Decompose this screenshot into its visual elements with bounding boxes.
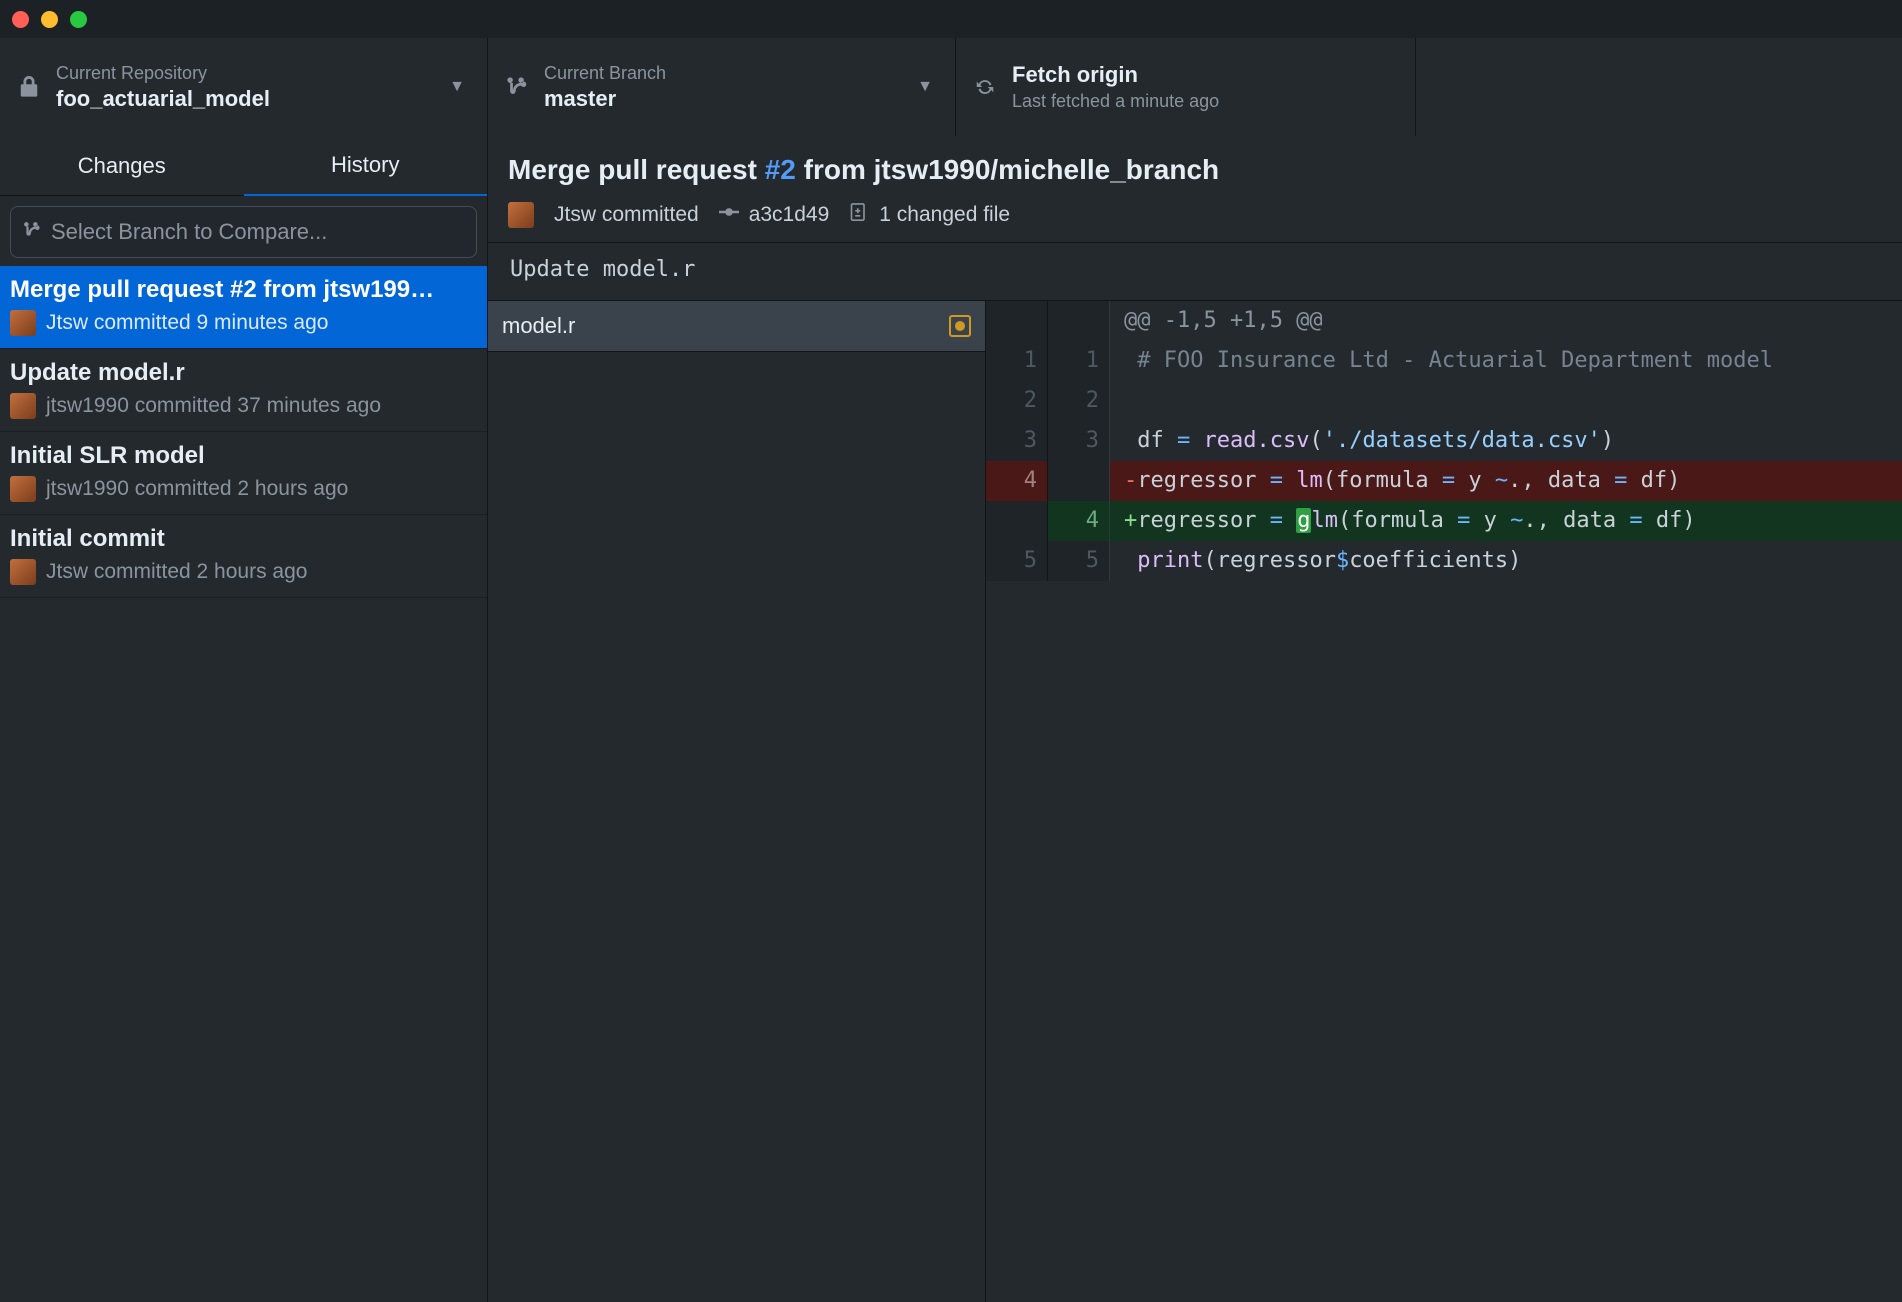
window-close-button[interactable] [12,11,29,28]
line-number-old: 5 [986,541,1048,581]
commit-list: Merge pull request #2 from jtsw199… Jtsw… [0,266,487,1302]
branch-selector[interactable]: Current Branch master ▼ [488,38,956,136]
repo-selector-value: foo_actuarial_model [56,85,270,113]
diff-line[interactable]: 11 # FOO Insurance Ltd - Actuarial Depar… [986,341,1902,381]
window-fullscreen-button[interactable] [70,11,87,28]
titlebar [0,0,1902,38]
diff-line[interactable]: 4+regressor = glm(formula = y ~., data =… [986,501,1902,541]
commit-header-title: Merge pull request #2 from jtsw1990/mich… [508,154,1882,186]
diff-line-code: +regressor = glm(formula = y ~., data = … [1110,501,1696,541]
line-number-new: 3 [1048,421,1110,461]
fetch-origin-sub: Last fetched a minute ago [1012,89,1219,113]
tab-changes[interactable]: Changes [0,136,244,196]
avatar [10,559,36,585]
changed-file-name: model.r [502,313,575,339]
lock-icon [16,74,42,100]
diff-hunk-text: @@ -1,5 +1,5 @@ [1110,301,1323,341]
commit-sha[interactable]: a3c1d49 [749,203,830,227]
sidebar-tabs: Changes History [0,136,487,196]
line-number-new: 2 [1048,381,1110,421]
diff-line-code: -regressor = lm(formula = y ~., data = d… [1110,461,1680,501]
line-number-new: 1 [1048,341,1110,381]
commit-item-meta: jtsw1990 committed 37 minutes ago [46,394,381,418]
commit-detail: Merge pull request #2 from jtsw1990/mich… [488,136,1902,1302]
diff-line[interactable]: 22 [986,381,1902,421]
commit-item-title: Update model.r [10,359,477,387]
diff-line-code: df = read.csv('./datasets/data.csv') [1110,421,1614,461]
window-minimize-button[interactable] [41,11,58,28]
branch-selector-label: Current Branch [544,61,666,85]
diff-view[interactable]: @@ -1,5 +1,5 @@ 11 # FOO Insurance Ltd -… [986,301,1902,1302]
line-number-new: 4 [1048,501,1110,541]
diff-line[interactable]: 33 df = read.csv('./datasets/data.csv') [986,421,1902,461]
pr-link[interactable]: #2 [765,154,796,185]
commit-item[interactable]: Merge pull request #2 from jtsw199… Jtsw… [0,266,487,349]
diff-line[interactable]: 4 -regressor = lm(formula = y ~., data = … [986,461,1902,501]
diff-line-code [1110,381,1137,421]
git-branch-icon [23,219,41,245]
line-number-old: 3 [986,421,1048,461]
sync-icon [972,74,998,100]
line-number-old [986,501,1048,541]
commit-item[interactable]: Initial commit Jtsw committed 2 hours ag… [0,515,487,598]
chevron-down-icon: ▼ [449,78,465,96]
diff-line[interactable]: 55 print(regressor$coefficients) [986,541,1902,581]
commit-body-message: Update model.r [488,243,1902,301]
commit-item[interactable]: Initial SLR model jtsw1990 committed 2 h… [0,432,487,515]
line-number-old: 2 [986,381,1048,421]
commit-item-title: Initial commit [10,525,477,553]
line-number-old: 1 [986,341,1048,381]
chevron-down-icon: ▼ [917,78,933,96]
line-number-old: 4 [986,461,1048,501]
commit-header-author: Jtsw committed [554,203,699,227]
changed-files-count[interactable]: 1 changed file [879,203,1010,227]
tab-history[interactable]: History [244,136,488,196]
modified-status-icon [949,315,971,337]
commit-header-title-pre: Merge pull request [508,154,765,185]
branch-compare-placeholder: Select Branch to Compare... [51,219,327,245]
git-commit-icon [719,202,743,228]
sidebar: Changes History Select Branch to Compare… [0,136,488,1302]
app-toolbar: Current Repository foo_actuarial_model ▼… [0,38,1902,136]
line-number-new [1048,461,1110,501]
avatar [10,476,36,502]
commit-item-meta: Jtsw committed 2 hours ago [46,560,307,584]
branch-compare-select[interactable]: Select Branch to Compare... [10,206,477,258]
commit-item-meta: jtsw1990 committed 2 hours ago [46,477,348,501]
avatar [10,393,36,419]
changed-file-item[interactable]: model.r [488,301,985,352]
commit-header-title-post: from jtsw1990/michelle_branch [796,154,1219,185]
commit-item[interactable]: Update model.r jtsw1990 committed 37 min… [0,349,487,432]
line-number-new: 5 [1048,541,1110,581]
diff-icon [849,202,873,228]
commit-item-title: Merge pull request #2 from jtsw199… [10,276,477,304]
avatar [10,310,36,336]
fetch-origin-button[interactable]: Fetch origin Last fetched a minute ago [956,38,1416,136]
commit-item-title: Initial SLR model [10,442,477,470]
commit-header: Merge pull request #2 from jtsw1990/mich… [488,136,1902,243]
branch-selector-value: master [544,85,666,113]
diff-line-code: # FOO Insurance Ltd - Actuarial Departme… [1110,341,1773,381]
changed-files-list: model.r [488,301,986,1302]
avatar [508,202,534,228]
repo-selector[interactable]: Current Repository foo_actuarial_model ▼ [0,38,488,136]
diff-line-code: print(regressor$coefficients) [1110,541,1521,581]
commit-item-meta: Jtsw committed 9 minutes ago [46,311,328,335]
diff-hunk-header: @@ -1,5 +1,5 @@ [986,301,1902,341]
fetch-origin-label: Fetch origin [1012,61,1219,89]
git-branch-icon [504,74,530,100]
repo-selector-label: Current Repository [56,61,270,85]
